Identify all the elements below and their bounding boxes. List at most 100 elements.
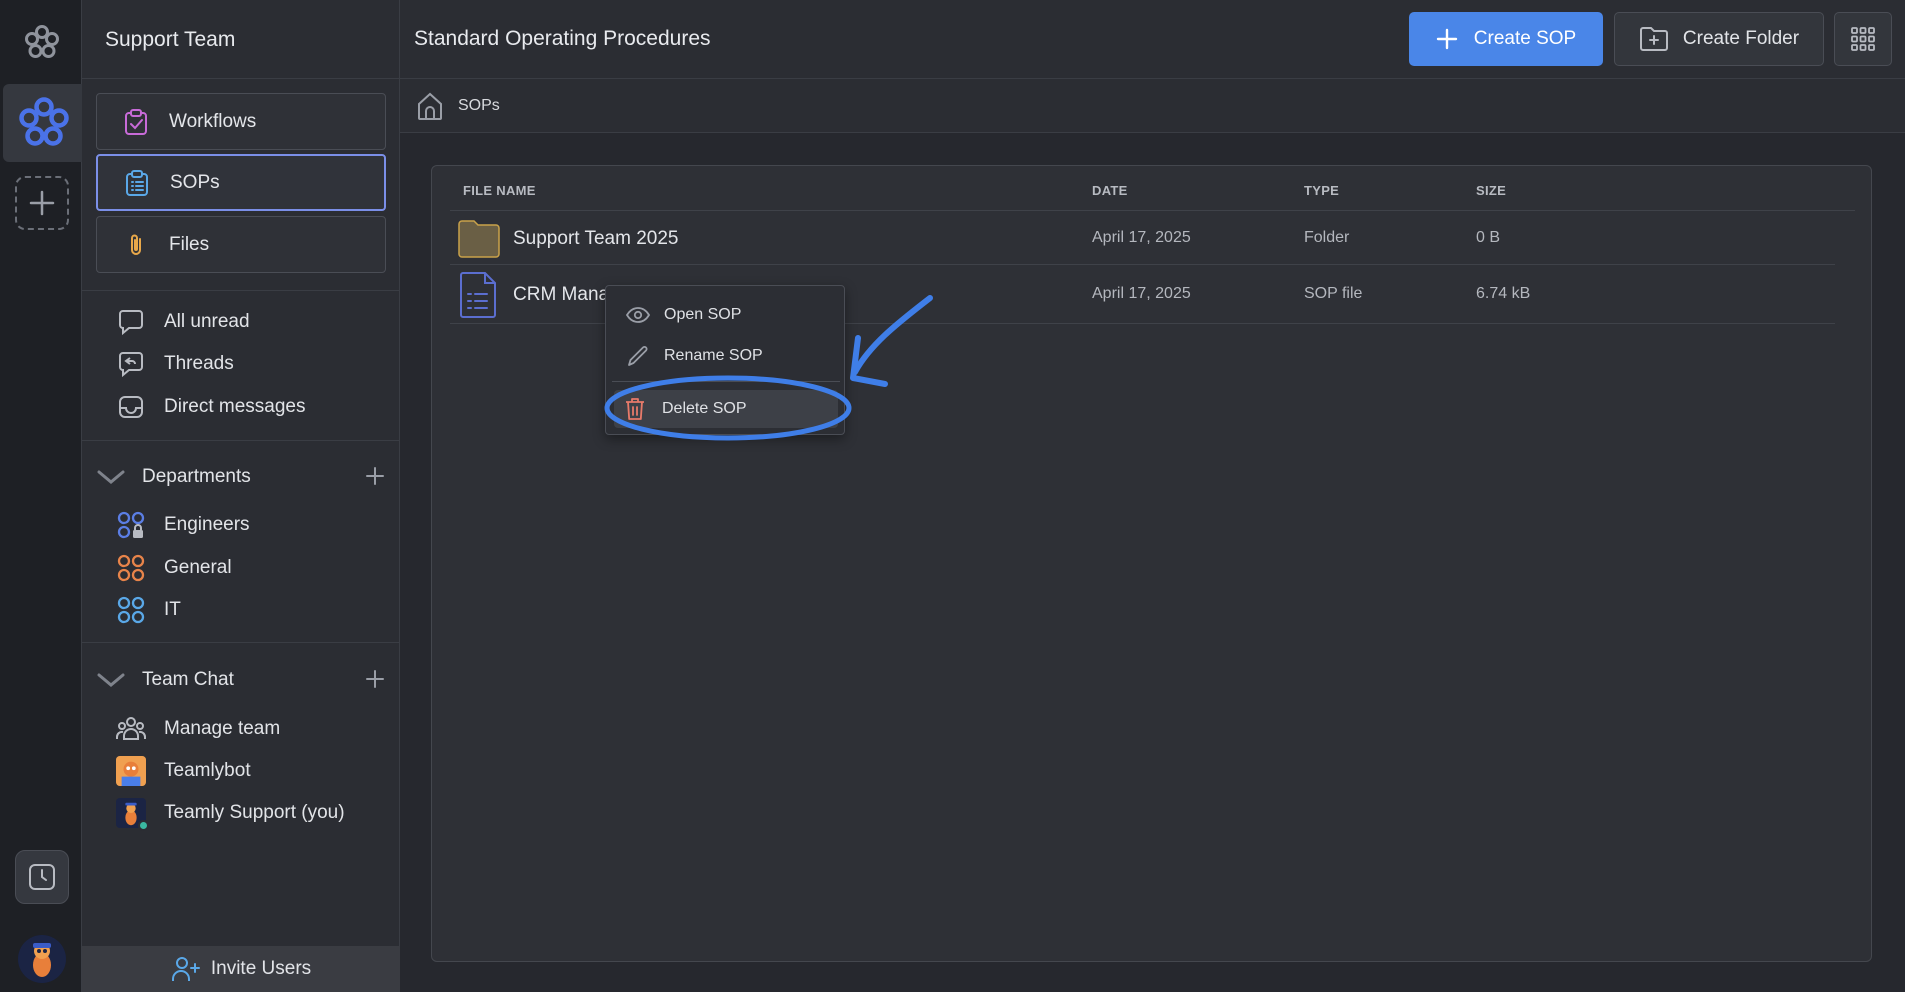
menu-item-label: Rename SOP — [664, 347, 763, 364]
app-rail — [0, 0, 83, 992]
menu-item-label: Delete SOP — [662, 400, 747, 417]
threads-icon — [116, 349, 146, 379]
chat-bubble-icon — [116, 307, 146, 337]
plus-icon — [1436, 28, 1458, 50]
channel-lock-icon — [116, 510, 146, 540]
users-icon — [116, 714, 146, 744]
clipboard-list-icon — [122, 168, 152, 198]
sidebar-item-label: All unread — [164, 311, 250, 332]
add-department-icon[interactable] — [364, 465, 386, 493]
section-title: Team Chat — [142, 669, 234, 690]
file-size: 6.74 kB — [1476, 285, 1531, 302]
add-chat-icon[interactable] — [364, 668, 386, 696]
sidebar-item-label: Engineers — [164, 514, 250, 535]
sidebar-item-general[interactable]: General — [116, 553, 232, 583]
teamlybot-avatar — [116, 756, 146, 786]
create-folder-label: Create Folder — [1682, 28, 1800, 49]
grid-icon — [1851, 27, 1875, 51]
bird-avatar-icon — [18, 935, 66, 983]
menu-item-open-sop[interactable]: Open SOP — [626, 302, 741, 328]
departments-section-header[interactable]: Departments — [96, 462, 386, 492]
app-logo-icon[interactable] — [22, 22, 62, 62]
sidebar-item-label: Teamlybot — [164, 760, 251, 781]
sidebar-item-label: Direct messages — [164, 396, 306, 417]
invite-users-label: Invite Users — [210, 958, 312, 979]
nav-label: SOPs — [170, 171, 220, 193]
invite-users-button[interactable]: Invite Users — [82, 946, 400, 992]
apps-menu-button[interactable] — [1834, 12, 1892, 66]
header-divider — [450, 210, 1855, 211]
menu-item-delete-sop[interactable]: Delete SOP — [624, 396, 746, 422]
file-date: April 17, 2025 — [1092, 285, 1191, 302]
column-header-type[interactable]: TYPE — [1304, 183, 1339, 198]
inbox-icon — [116, 392, 146, 422]
sidebar-item-direct-messages[interactable]: Direct messages — [116, 392, 306, 422]
breadcrumb: SOPs — [400, 79, 1905, 133]
divider — [82, 290, 400, 291]
file-size: 0 B — [1476, 229, 1501, 246]
channel-icon — [116, 595, 146, 625]
workspace-title: Support Team — [82, 0, 399, 79]
sidebar-item-teamly-support[interactable]: Teamly Support (you) — [116, 798, 345, 831]
sidebar-item-label: General — [164, 557, 232, 578]
user-avatar — [116, 798, 149, 831]
chevron-down-icon — [96, 671, 130, 689]
sidebar-item-label: Threads — [164, 353, 234, 374]
sidebar-item-manage-team[interactable]: Manage team — [116, 714, 280, 744]
column-header-date[interactable]: DATE — [1092, 183, 1128, 198]
menu-divider — [612, 381, 840, 382]
top-bar: Standard Operating Procedures Create SOP… — [400, 0, 1905, 79]
column-header-file-name[interactable]: FILE NAME — [463, 183, 536, 198]
paperclip-icon — [121, 230, 151, 260]
nav-label: Files — [169, 233, 210, 255]
file-name: Support Team 2025 — [513, 228, 679, 249]
folder-icon — [457, 218, 501, 263]
team-chat-section-header[interactable]: Team Chat — [96, 665, 386, 695]
history-button[interactable] — [15, 850, 69, 904]
file-name: CRM Mana — [513, 284, 610, 305]
create-sop-button[interactable]: Create SOP — [1409, 12, 1603, 66]
sidebar-item-label: Teamly Support (you) — [164, 802, 345, 823]
home-icon[interactable] — [416, 91, 444, 126]
file-date: April 17, 2025 — [1092, 229, 1191, 246]
pencil-icon — [626, 344, 650, 368]
online-status-dot — [138, 820, 149, 831]
file-type: SOP file — [1304, 285, 1363, 302]
divider — [82, 642, 400, 643]
page-title: Standard Operating Procedures — [414, 27, 711, 50]
sidebar-item-engineers[interactable]: Engineers — [116, 510, 250, 540]
menu-item-label: Open SOP — [664, 306, 742, 323]
trash-icon — [624, 397, 648, 421]
sidebar-item-threads[interactable]: Threads — [116, 349, 234, 379]
row-divider — [450, 264, 1835, 265]
workspace-support-team[interactable] — [3, 84, 83, 162]
divider — [82, 440, 400, 441]
sidebar-item-teamlybot[interactable]: Teamlybot — [116, 756, 251, 786]
folder-plus-icon — [1639, 26, 1669, 52]
column-header-size[interactable]: SIZE — [1476, 183, 1506, 198]
breadcrumb-current[interactable]: SOPs — [458, 97, 500, 115]
context-menu: Open SOP Rename SOP Delete SOP — [605, 285, 845, 435]
sidebar-item-all-unread[interactable]: All unread — [116, 307, 250, 337]
eye-icon — [626, 306, 650, 324]
workspace-logo-icon — [19, 97, 69, 146]
nav-files[interactable]: Files — [96, 216, 386, 273]
plus-icon — [29, 190, 55, 216]
sidebar-item-label: IT — [164, 599, 181, 620]
user-plus-icon — [171, 956, 201, 982]
sidebar: Support Team Workflows SOPs Files All un… — [82, 0, 400, 992]
nav-workflows[interactable]: Workflows — [96, 93, 386, 150]
sidebar-item-it[interactable]: IT — [116, 595, 181, 625]
nav-label: Workflows — [169, 110, 257, 132]
add-workspace-button[interactable] — [15, 176, 69, 230]
create-folder-button[interactable]: Create Folder — [1614, 12, 1824, 66]
channel-icon — [116, 553, 146, 583]
user-avatar[interactable] — [18, 935, 66, 983]
menu-item-rename-sop[interactable]: Rename SOP — [626, 343, 763, 369]
file-type: Folder — [1304, 229, 1350, 246]
chevron-down-icon — [96, 468, 130, 486]
clipboard-check-icon — [121, 107, 151, 137]
nav-sops[interactable]: SOPs — [96, 154, 386, 211]
clock-icon — [29, 864, 55, 890]
sidebar-item-label: Manage team — [164, 718, 281, 739]
